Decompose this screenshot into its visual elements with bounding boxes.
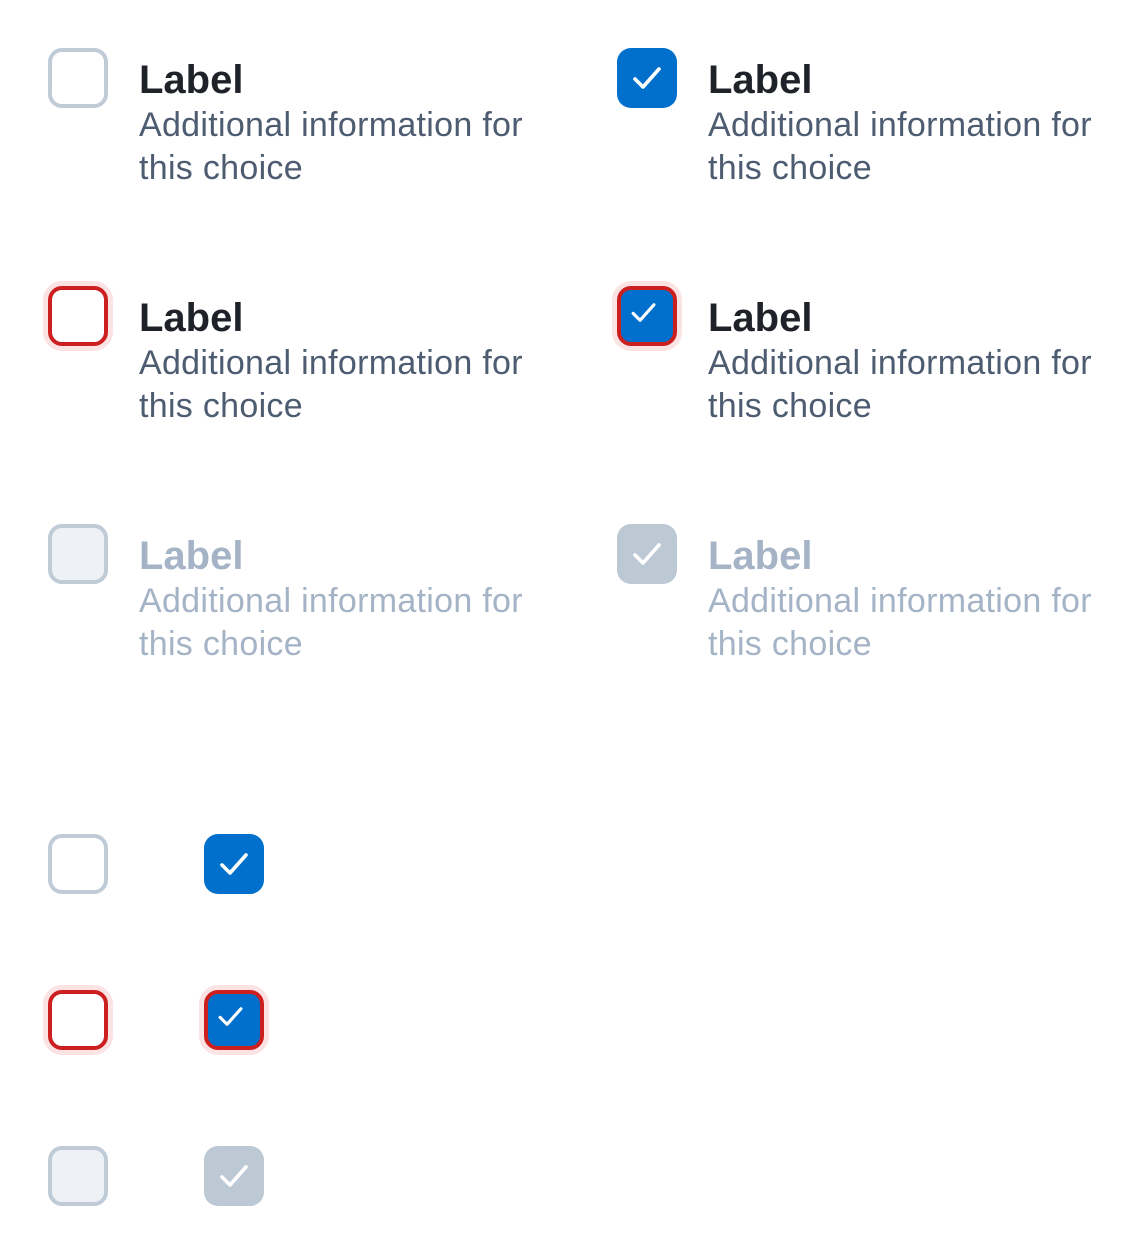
checkbox-error-checked[interactable] [617, 286, 677, 346]
checkbox-disabled-unchecked [48, 524, 108, 584]
option-description: Additional information for this choice [708, 106, 1092, 187]
option-label: Label [139, 534, 244, 578]
option-label: Label [708, 534, 813, 578]
option-description: Additional information for this choice [708, 582, 1092, 663]
check-icon [633, 543, 661, 565]
check-icon [631, 303, 656, 322]
option-description: Additional information for this choice [139, 582, 523, 663]
option-label: Label [139, 58, 244, 102]
checkbox-error-unchecked[interactable] [48, 286, 108, 346]
option-description: Additional information for this choice [708, 344, 1092, 425]
check-icon [633, 67, 661, 89]
checkbox-default-unchecked[interactable] [48, 48, 108, 108]
option-description: Additional information for this choice [139, 106, 523, 187]
checkbox-standalone-default-unchecked[interactable] [48, 834, 108, 894]
checkbox-standalone-disabled-unchecked [48, 1146, 108, 1206]
checkbox-standalone-default-checked[interactable] [204, 834, 264, 894]
option-label: Label [708, 296, 813, 340]
checkbox-standalone-disabled-checked [204, 1146, 264, 1206]
checkbox-disabled-checked [617, 524, 677, 584]
check-icon [218, 1007, 243, 1026]
checkbox-standalone-error-checked[interactable] [204, 990, 264, 1050]
checkbox-standalone-error-unchecked[interactable] [48, 990, 108, 1050]
option-description: Additional information for this choice [139, 344, 523, 425]
check-icon [220, 1165, 248, 1187]
option-label: Label [708, 58, 813, 102]
checkbox-default-checked[interactable] [617, 48, 677, 108]
option-label: Label [139, 296, 244, 340]
check-icon [220, 853, 248, 875]
